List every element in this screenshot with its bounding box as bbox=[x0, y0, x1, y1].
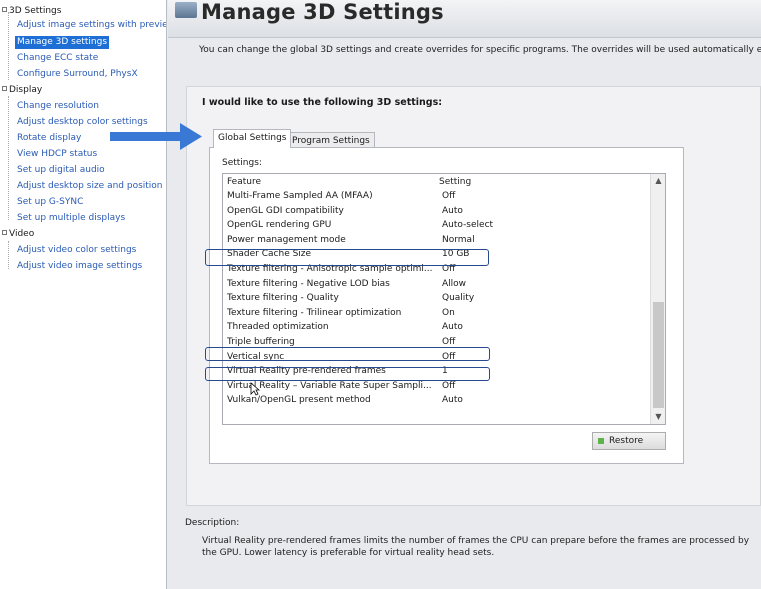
tree-item-adjust-video-color[interactable]: Adjust video color settings bbox=[15, 244, 138, 257]
description-text: Virtual Reality pre-rendered frames limi… bbox=[202, 536, 750, 558]
collapse-icon[interactable] bbox=[2, 7, 7, 12]
page-header: Manage 3D Settings bbox=[168, 0, 761, 38]
row-feature: Power management mode bbox=[227, 234, 346, 245]
row-setting-value[interactable]: Allow bbox=[442, 279, 466, 289]
table-row[interactable]: Texture filtering - Negative LOD bias All… bbox=[223, 278, 651, 293]
table-row[interactable]: Texture filtering - Trilinear optimizati… bbox=[223, 307, 651, 322]
arrow-icon bbox=[110, 123, 202, 150]
column-header-feature[interactable]: Feature bbox=[227, 177, 261, 187]
3d-settings-icon bbox=[175, 2, 197, 18]
tree-item-set-up-g-sync[interactable]: Set up G-SYNC bbox=[15, 196, 85, 209]
scrollbar[interactable]: ▲ ▼ bbox=[650, 174, 665, 424]
table-row[interactable]: Power management mode Normal bbox=[223, 234, 651, 249]
collapse-icon[interactable] bbox=[2, 86, 7, 91]
scroll-down-icon[interactable]: ▼ bbox=[651, 410, 666, 424]
row-setting-value[interactable]: Auto bbox=[442, 206, 463, 216]
settings-panel: I would like to use the following 3D set… bbox=[186, 86, 761, 506]
tree-item-set-up-digital-audio[interactable]: Set up digital audio bbox=[15, 164, 107, 177]
tree-item-rotate-display[interactable]: Rotate display bbox=[15, 132, 83, 145]
row-feature: Texture filtering - Quality bbox=[227, 293, 339, 304]
tree-category-display[interactable]: Display bbox=[2, 85, 42, 95]
row-feature: Multi-Frame Sampled AA (MFAA) bbox=[227, 191, 373, 201]
restore-label: Restore bbox=[609, 436, 644, 446]
row-setting-value[interactable]: Auto bbox=[442, 395, 463, 405]
page-title: Manage 3D Settings bbox=[201, 0, 444, 24]
tree-item-change-resolution[interactable]: Change resolution bbox=[15, 100, 101, 113]
settings-list[interactable]: Feature Setting Multi-Frame Sampled AA (… bbox=[222, 173, 666, 425]
collapse-icon[interactable] bbox=[2, 230, 7, 235]
tree-category-video[interactable]: Video bbox=[2, 229, 34, 239]
tab-global-settings[interactable]: Global Settings bbox=[213, 129, 292, 148]
highlight-box-vr-frames bbox=[205, 367, 490, 381]
panel-heading: I would like to use the following 3D set… bbox=[202, 97, 443, 108]
tree-category-3d-settings[interactable]: 3D Settings bbox=[2, 6, 61, 16]
row-feature: Texture filtering - Trilinear optimizati… bbox=[227, 307, 402, 318]
main-content: Manage 3D Settings You can change the gl… bbox=[168, 0, 761, 589]
highlight-box-vertical-sync bbox=[205, 347, 490, 361]
row-feature: Vulkan/OpenGL present method bbox=[227, 395, 371, 406]
table-row[interactable]: Vulkan/OpenGL present method Auto bbox=[223, 394, 651, 409]
tree-connector bbox=[8, 96, 9, 220]
description-label: Description: bbox=[185, 518, 240, 528]
tree-item-view-hdcp-status[interactable]: View HDCP status bbox=[15, 148, 99, 161]
row-feature: Threaded optimization bbox=[227, 322, 329, 333]
page-subtitle: You can change the global 3D settings an… bbox=[199, 45, 761, 55]
tree-item-configure-surround[interactable]: Configure Surround, PhysX bbox=[15, 68, 140, 81]
row-setting-value[interactable]: Auto-select bbox=[442, 220, 493, 230]
row-setting-value[interactable]: Quality bbox=[442, 293, 474, 303]
row-setting-value[interactable]: Normal bbox=[442, 235, 475, 245]
row-feature: Triple buffering bbox=[227, 337, 295, 347]
tree-item-manage-3d-settings[interactable]: Manage 3D settings bbox=[15, 36, 110, 49]
scroll-thumb[interactable] bbox=[653, 302, 664, 408]
row-setting-value[interactable]: Off bbox=[442, 381, 455, 391]
table-row[interactable]: Texture filtering - Quality Quality bbox=[223, 292, 651, 307]
row-feature: OpenGL GDI compatibility bbox=[227, 205, 344, 216]
settings-label: Settings: bbox=[222, 158, 262, 168]
row-feature: OpenGL rendering GPU bbox=[227, 220, 332, 231]
table-row[interactable]: Multi-Frame Sampled AA (MFAA) Off bbox=[223, 190, 651, 205]
row-setting-value[interactable]: Auto bbox=[442, 322, 463, 332]
restore-button[interactable]: Restore bbox=[592, 432, 666, 450]
table-row[interactable]: OpenGL rendering GPU Auto-select bbox=[223, 219, 651, 234]
table-row[interactable]: Virtual Reality – Variable Rate Super Sa… bbox=[223, 380, 651, 395]
tree-item-change-ecc-state[interactable]: Change ECC state bbox=[15, 52, 100, 65]
tree-item-adjust-video-image[interactable]: Adjust video image settings bbox=[15, 260, 144, 273]
tab-program-settings[interactable]: Program Settings bbox=[287, 132, 375, 147]
column-header-setting[interactable]: Setting bbox=[439, 177, 471, 187]
restore-icon bbox=[598, 438, 604, 444]
scroll-up-icon[interactable]: ▲ bbox=[651, 174, 666, 188]
table-row[interactable]: OpenGL GDI compatibility Auto bbox=[223, 205, 651, 220]
tree-connector bbox=[8, 241, 9, 269]
row-setting-value[interactable]: Off bbox=[442, 337, 455, 347]
row-setting-value[interactable]: On bbox=[442, 308, 455, 318]
mouse-cursor-icon bbox=[250, 382, 260, 396]
row-setting-value[interactable]: Off bbox=[442, 191, 455, 201]
tree-item-adjust-image-settings[interactable]: Adjust image settings with preview bbox=[15, 19, 166, 32]
highlight-box-shader-cache bbox=[205, 249, 489, 266]
tree-connector bbox=[8, 12, 9, 80]
tree-item-set-up-multiple-displays[interactable]: Set up multiple displays bbox=[15, 212, 127, 225]
tree-item-adjust-desktop-size[interactable]: Adjust desktop size and position bbox=[15, 180, 165, 193]
navigation-tree: 3D Settings Adjust image settings with p… bbox=[0, 0, 167, 589]
tab-content: Settings: Feature Setting Multi-Frame Sa… bbox=[209, 147, 684, 464]
table-row[interactable]: Threaded optimization Auto bbox=[223, 321, 651, 336]
row-feature: Texture filtering - Negative LOD bias bbox=[227, 278, 390, 289]
